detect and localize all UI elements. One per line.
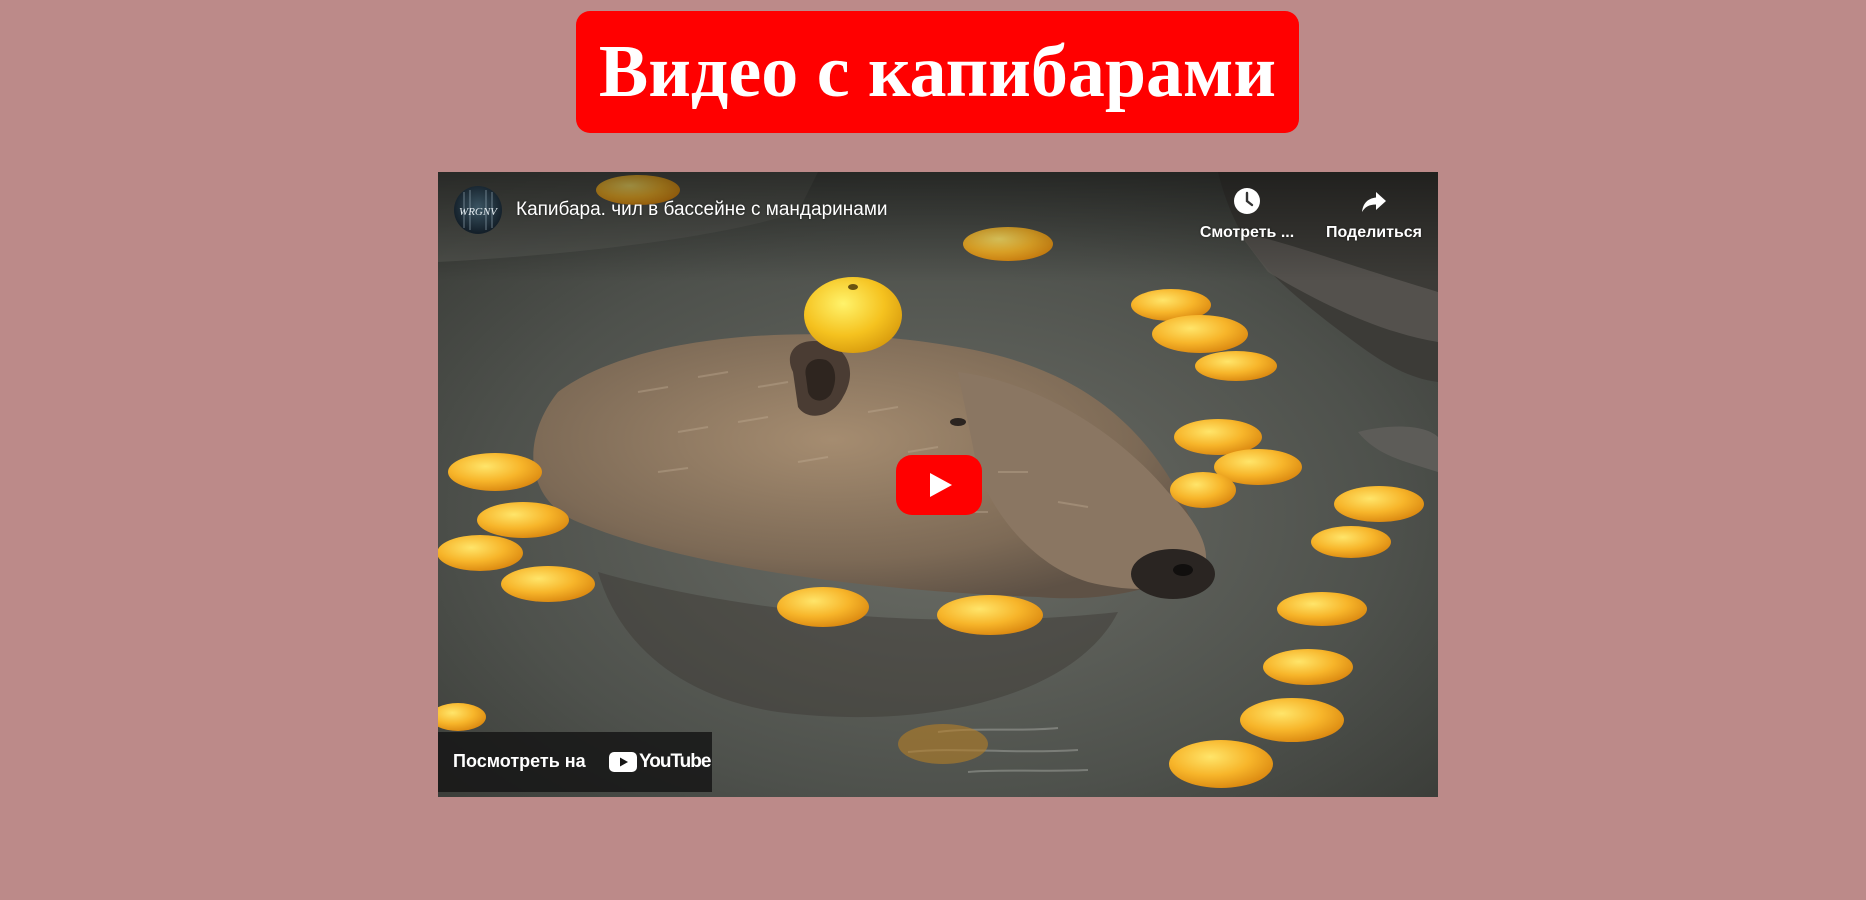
watch-on-youtube-button[interactable]: Посмотреть на YouTube [438,732,712,792]
share-button[interactable]: Поделиться [1306,186,1438,248]
youtube-video-embed[interactable]: WRGNV Капибара. чил в бассейне с мандари… [438,172,1438,797]
watch-on-label: Посмотреть на [453,751,586,771]
watch-later-label: Смотреть ... [1199,224,1295,241]
watch-later-button[interactable]: Смотреть ... [1182,186,1312,248]
play-button[interactable] [896,455,982,515]
share-arrow-icon [1362,192,1386,212]
youtube-logo: YouTube [609,750,711,774]
youtube-wordmark: YouTube [639,751,711,772]
page-title: Видео с капибарами [576,11,1299,133]
svg-text:WRGNV: WRGNV [459,206,498,218]
video-title[interactable]: Капибара. чил в бассейне с мандаринами [516,198,888,222]
clock-icon [1234,188,1260,214]
youtube-play-icon [896,455,982,515]
youtube-logo-icon [609,752,637,772]
channel-avatar[interactable]: WRGNV [454,186,502,234]
share-label: Поделиться [1325,224,1423,241]
